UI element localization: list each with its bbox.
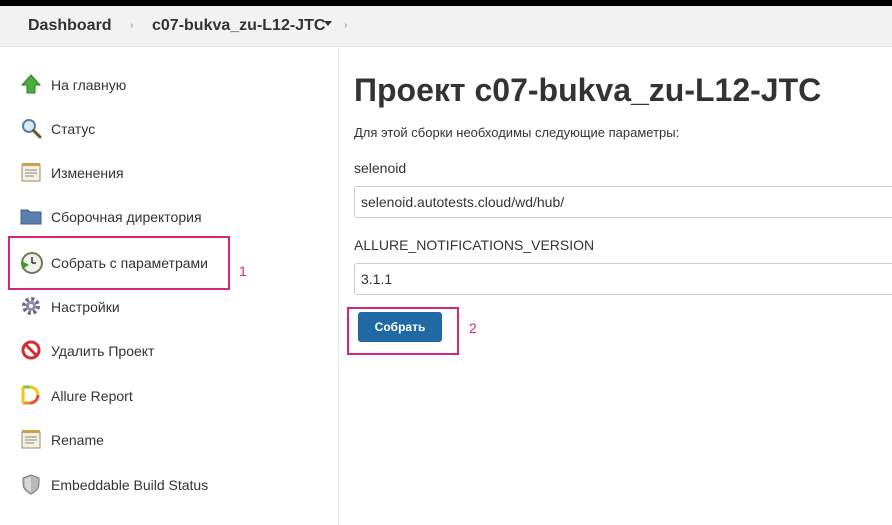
page-title: Проект c07-bukva_zu-L12-JTC [354, 72, 822, 108]
sidebar-item-label: Rename [51, 432, 104, 448]
no-entry-icon [20, 339, 42, 361]
param-label-selenoid: selenoid [354, 160, 407, 176]
notepad-icon [20, 161, 42, 183]
sidebar-item-allure-report[interactable]: Allure Report [18, 381, 318, 411]
sidebar-item-delete-project[interactable]: Удалить Проект [18, 336, 318, 366]
annotation-number-2: 2 [469, 320, 477, 336]
sidebar-item-label: Embeddable Build Status [51, 477, 209, 493]
magnifier-icon [20, 117, 42, 139]
sidebar-item-label: Настройки [51, 299, 120, 315]
sidebar-item-workspace[interactable]: Сборочная директория [18, 202, 318, 232]
highlight-box-sidebar [8, 236, 230, 290]
sidebar-item-status[interactable]: Статус [18, 114, 318, 144]
sidebar-item-embeddable-build-status[interactable]: Embeddable Build Status [18, 470, 318, 500]
breadcrumb-separator: › [130, 20, 134, 31]
breadcrumb: Dashboard › c07-bukva_zu-L12-JTC › [0, 6, 892, 47]
sidebar-item-label: Изменения [51, 165, 124, 181]
allure-icon [20, 384, 42, 406]
gear-icon [20, 295, 42, 317]
sidebar-item-label: Сборочная директория [51, 209, 202, 225]
highlight-box-build-button [347, 307, 459, 355]
breadcrumb-project[interactable]: c07-bukva_zu-L12-JTC [152, 17, 325, 35]
sidebar-item-label: Статус [51, 121, 96, 137]
sidebar-item-label: Удалить Проект [51, 343, 155, 359]
folder-icon [20, 205, 42, 227]
up-arrow-icon [20, 73, 42, 95]
sidebar-item-label: Allure Report [51, 388, 133, 404]
sidebar-item-rename[interactable]: Rename [18, 425, 318, 455]
param-input-allure-version[interactable] [354, 263, 892, 295]
parameters-description: Для этой сборки необходимы следующие пар… [354, 125, 680, 140]
breadcrumb-separator-2: › [344, 20, 348, 31]
sidebar-item-home[interactable]: На главную [18, 70, 318, 100]
param-label-allure-version: ALLURE_NOTIFICATIONS_VERSION [354, 237, 595, 253]
annotation-number-1: 1 [239, 263, 247, 279]
sidebar-item-label: На главную [51, 77, 127, 93]
notepad-icon [20, 428, 42, 450]
param-input-selenoid[interactable] [354, 186, 892, 218]
shield-icon [20, 473, 42, 495]
sidebar-item-settings[interactable]: Настройки [18, 292, 318, 322]
sidebar-item-changes[interactable]: Изменения [18, 158, 318, 188]
breadcrumb-dashboard[interactable]: Dashboard [28, 17, 112, 35]
chevron-down-icon[interactable] [324, 21, 332, 26]
